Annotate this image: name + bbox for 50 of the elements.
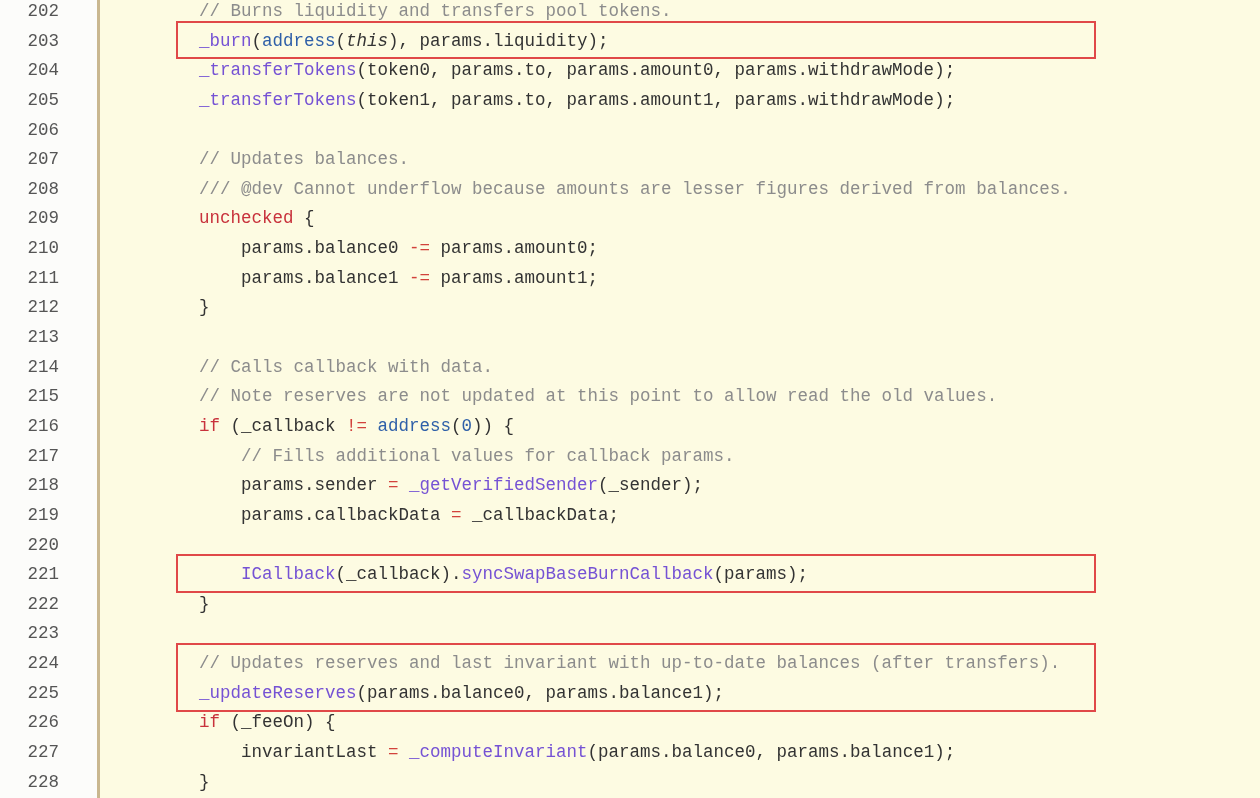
line-number: 202 [27, 0, 59, 23]
code-line: _burn(address(this), params.liquidity); [199, 30, 609, 51]
code-line: _transferTokens(token1, params.to, params.amount1, params.withdrawMode); [199, 89, 956, 110]
line-number: 216 [27, 414, 59, 438]
line-number: 222 [27, 592, 59, 616]
line-number: 215 [27, 385, 59, 409]
code-line: params.callbackData = _callbackData; [240, 504, 620, 525]
line-number: 207 [27, 148, 59, 172]
line-number: 206 [27, 118, 59, 142]
code-line: } [199, 593, 210, 614]
line-number: 223 [27, 622, 59, 646]
line-number: 225 [27, 681, 59, 705]
line-number: 205 [27, 88, 59, 112]
line-number: 219 [27, 503, 59, 527]
line-number: 227 [27, 741, 59, 764]
code-line: } [199, 297, 210, 318]
line-number: 221 [27, 563, 59, 587]
line-number: 217 [27, 444, 59, 468]
code-line: /// @dev Cannot underflow because amounts are lesser figures derived from balances. [199, 178, 1071, 199]
code-line: params.balance0 -= params.amount0; [240, 238, 599, 259]
code-line: // Updates balances. [199, 149, 410, 170]
line-number: 226 [27, 711, 59, 735]
code-line: params.sender = _getVerifiedSender(_sender); [240, 475, 704, 496]
code-line: if (_callback != address(0)) { [199, 415, 515, 436]
line-number: 224 [27, 652, 59, 676]
code-line: invariantLast = _computeInvariant(params.balance0, params.balance1); [240, 742, 956, 762]
code-line: } [199, 771, 210, 792]
line-number: 228 [27, 770, 59, 794]
line-number: 210 [27, 237, 59, 261]
line-number: 209 [27, 207, 59, 231]
line-number: 211 [27, 266, 59, 290]
line-number: 203 [27, 29, 59, 53]
code-line: params.balance1 -= params.amount1; [240, 267, 599, 288]
code-line: ICallback(_callback).syncSwapBaseBurnCallback(params); [240, 564, 809, 585]
line-number: 213 [27, 326, 59, 350]
line-number: 220 [27, 533, 59, 557]
code-line: _updateReserves(params.balance0, params.balance1); [199, 682, 725, 703]
code-line: // Note reserves are not updated at this point to allow read the old values. [199, 386, 998, 407]
code-line: unchecked { [199, 208, 315, 229]
code-line: _transferTokens(token0, params.to, params.amount0, params.withdrawMode); [199, 60, 956, 81]
line-number: 208 [27, 177, 59, 201]
line-number: 218 [27, 474, 59, 498]
line-number: 212 [27, 296, 59, 320]
code-line: // Burns liquidity and transfers pool tokens. [199, 1, 672, 21]
line-number: 204 [27, 59, 59, 83]
code-line: if (_feeOn) { [199, 712, 336, 733]
line-number: 214 [27, 355, 59, 379]
code-line: // Fills additional values for callback params. [240, 445, 735, 466]
code-line: // Calls callback with data. [199, 356, 494, 377]
code-line: // Updates reserves and last invariant with up-to-date balances (after transfers). [199, 653, 1061, 674]
